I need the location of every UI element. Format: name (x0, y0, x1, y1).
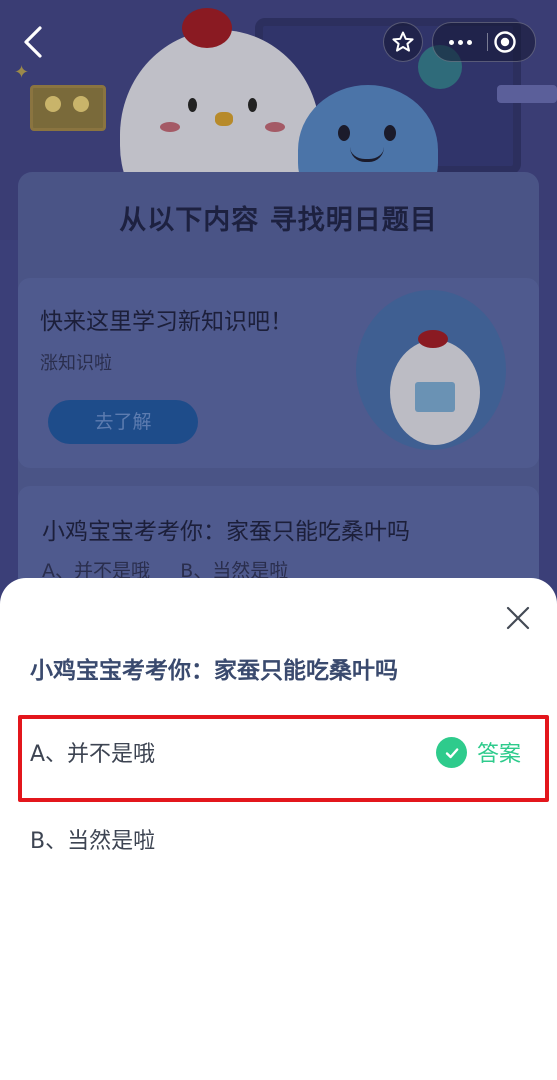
chick-eye (188, 98, 197, 112)
chick-beak (215, 112, 233, 126)
star-icon (392, 31, 414, 52)
chick-cheek (265, 122, 285, 132)
medal-icon (45, 96, 61, 112)
medal-board-illustration (30, 85, 106, 131)
section-title: 从以下内容 寻找明日题目 (119, 205, 438, 236)
sheet-close-button[interactable] (501, 601, 535, 635)
target-circle-icon (494, 31, 516, 53)
medal-icon (73, 96, 89, 112)
alien-eye (338, 125, 350, 141)
capsule-divider (487, 33, 488, 51)
learn-card-title: 快来这里学习新知识吧！ (40, 309, 293, 335)
reading-chick-illustration (390, 330, 480, 445)
more-button[interactable] (433, 23, 487, 61)
check-icon (445, 747, 458, 758)
learn-more-button[interactable]: 去了解 (48, 400, 198, 444)
option-a[interactable]: A、并不是哦 (30, 736, 155, 768)
decoration-bar (497, 85, 557, 103)
learn-card-subtitle: 涨知识啦 (40, 353, 112, 374)
alien-mouth (350, 147, 384, 162)
more-dots-icon (448, 39, 454, 45)
back-button[interactable] (20, 24, 50, 60)
chick-eye (248, 98, 257, 112)
mini-program-capsule (432, 22, 536, 62)
chick-comb (418, 330, 448, 348)
answer-badge-label: 答案 (477, 742, 522, 767)
alien-eye (384, 125, 396, 141)
exit-button[interactable] (493, 30, 517, 54)
sparkle-icon: ✦ (14, 62, 30, 83)
chevron-left-icon (24, 26, 42, 58)
option-b[interactable]: B、当然是啦 (30, 823, 155, 855)
chick-cheek (160, 122, 180, 132)
sheet-question: 小鸡宝宝考考你：家蚕只能吃桑叶吗 (30, 658, 398, 684)
favorite-button[interactable] (383, 22, 423, 62)
close-icon (506, 606, 530, 630)
quiz-card-question: 小鸡宝宝考考你：家蚕只能吃桑叶吗 (42, 519, 410, 545)
chick-comb (182, 8, 232, 48)
book-icon (415, 382, 455, 412)
checkmark-circle-icon (436, 737, 467, 768)
